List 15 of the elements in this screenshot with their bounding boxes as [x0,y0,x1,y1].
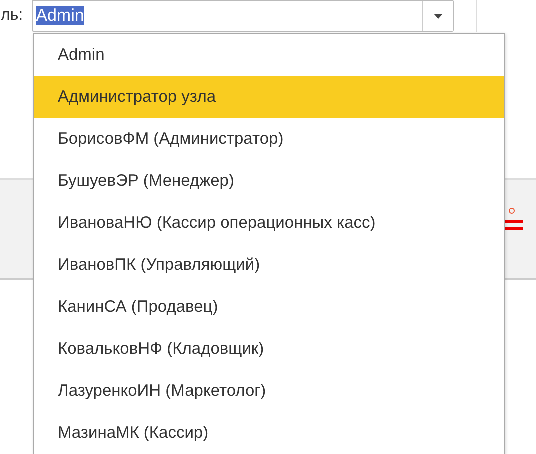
dropdown-item[interactable]: ЛазуренкоИН (Маркетолог) [34,370,504,412]
caret-icon [434,14,443,18]
dropdown-item[interactable]: ИвановаНЮ (Кассир операционных касс) [34,202,504,244]
dropdown-item[interactable]: БушуевЭР (Менеджер) [34,160,504,202]
dropdown-item[interactable]: МазинаМК (Кассир) [34,412,504,454]
dropdown-item[interactable]: КанинСА (Продавец) [34,286,504,328]
field-value: Admin [36,6,84,25]
dropdown-item[interactable]: КовальковНФ (Кладовщик) [34,328,504,370]
dropdown-item[interactable]: Администратор узла [34,76,504,118]
dropdown-item[interactable]: БорисовФМ (Администратор) [34,118,504,160]
dropdown-button[interactable] [422,1,454,31]
field-label: ль: [1,7,24,25]
dropdown-item[interactable]: ИвановПК (Управляющий) [34,244,504,286]
user-combo-field[interactable]: Admin [32,0,454,32]
dropdown-item[interactable]: Admin [34,34,504,76]
